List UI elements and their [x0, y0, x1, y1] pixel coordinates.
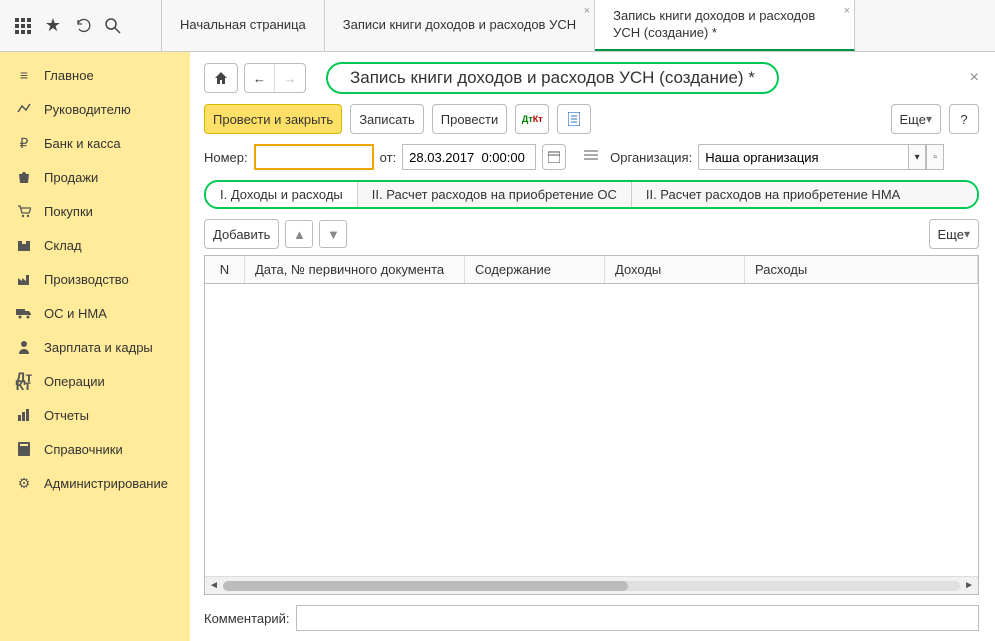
sidebar-item-main[interactable]: ≡Главное	[0, 58, 190, 92]
number-input[interactable]	[254, 144, 374, 170]
close-icon[interactable]: ×	[584, 4, 590, 18]
move-down-button[interactable]: ▼	[319, 220, 347, 248]
date-input[interactable]	[402, 144, 536, 170]
history-icon[interactable]	[68, 11, 98, 41]
post-button[interactable]: Провести	[432, 104, 508, 134]
more-button[interactable]: Еще ▾	[891, 104, 941, 134]
col-doc[interactable]: Дата, № первичного документа	[245, 256, 465, 283]
nav-back-forward: ← →	[244, 63, 306, 93]
close-page-button[interactable]: ×	[970, 69, 979, 87]
page-title: Запись книги доходов и расходов УСН (соз…	[326, 62, 779, 94]
post-and-close-button[interactable]: Провести и закрыть	[204, 104, 342, 134]
book-icon	[14, 439, 34, 459]
sidebar-item-sales[interactable]: Продажи	[0, 160, 190, 194]
scroll-left-icon[interactable]: ◄	[209, 580, 219, 591]
dtkt-icon: ДтКт	[14, 371, 34, 391]
move-up-button[interactable]: ▲	[285, 220, 313, 248]
col-content[interactable]: Содержание	[465, 256, 605, 283]
sidebar-item-assets[interactable]: ОС и НМА	[0, 296, 190, 330]
col-n[interactable]: N	[205, 256, 245, 283]
comment-input[interactable]	[296, 605, 980, 631]
comment-label: Комментарий:	[204, 611, 290, 626]
ruble-icon: ₽	[14, 133, 34, 153]
top-bar: ★ Начальная страница Записи книги доходо…	[0, 0, 995, 52]
table-toolbar: Добавить ▲ ▼ Еще ▾	[204, 219, 979, 249]
gear-icon: ⚙	[14, 473, 34, 493]
attach-button[interactable]	[557, 104, 591, 134]
sidebar-item-warehouse[interactable]: Склад	[0, 228, 190, 262]
calendar-button[interactable]	[542, 144, 566, 170]
table-more-button[interactable]: Еще ▾	[929, 219, 979, 249]
save-button[interactable]: Записать	[350, 104, 424, 134]
subtab-nma[interactable]: II. Расчет расходов на приобретение НМА	[632, 182, 977, 207]
factory-icon	[14, 269, 34, 289]
apps-icon[interactable]	[8, 11, 38, 41]
close-icon[interactable]: ×	[844, 4, 850, 18]
table-body[interactable]	[205, 284, 978, 576]
sidebar-item-admin[interactable]: ⚙Администрирование	[0, 466, 190, 500]
col-income[interactable]: Доходы	[605, 256, 745, 283]
home-button[interactable]	[204, 63, 238, 93]
forward-button[interactable]: →	[275, 64, 305, 92]
org-dropdown-button[interactable]: ▾	[908, 144, 926, 170]
col-expense[interactable]: Расходы	[745, 256, 978, 283]
sidebar: ≡Главное Руководителю ₽Банк и касса Прод…	[0, 52, 190, 641]
person-icon	[14, 337, 34, 357]
bag-icon	[14, 167, 34, 187]
table-header: N Дата, № первичного документа Содержани…	[205, 256, 978, 284]
sidebar-item-purchases[interactable]: Покупки	[0, 194, 190, 228]
tab-create[interactable]: Запись книги доходов и расходов УСН (соз…	[595, 0, 855, 51]
tab-list[interactable]: Записи книги доходов и расходов УСН×	[325, 0, 595, 51]
scroll-right-icon[interactable]: ►	[964, 580, 974, 591]
search-icon[interactable]	[98, 11, 128, 41]
table: N Дата, № первичного документа Содержани…	[204, 255, 979, 595]
org-combo: ▾ ▫	[698, 144, 944, 170]
top-icon-tray: ★	[0, 0, 162, 51]
action-toolbar: Провести и закрыть Записать Провести ДтК…	[204, 104, 979, 134]
add-row-button[interactable]: Добавить	[204, 219, 279, 249]
sidebar-item-production[interactable]: Производство	[0, 262, 190, 296]
number-label: Номер:	[204, 150, 248, 165]
truck-icon	[14, 303, 34, 323]
subtab-os[interactable]: II. Расчет расходов на приобретение ОС	[358, 182, 632, 207]
org-open-button[interactable]: ▫	[926, 144, 944, 170]
back-button[interactable]: ←	[245, 64, 275, 92]
sidebar-item-operations[interactable]: ДтКтОперации	[0, 364, 190, 398]
org-input[interactable]	[698, 144, 908, 170]
dtkt-button[interactable]: ДтКт	[515, 104, 549, 134]
subtab-income-expense[interactable]: I. Доходы и расходы	[206, 182, 358, 207]
star-icon[interactable]: ★	[38, 11, 68, 41]
sidebar-item-reference[interactable]: Справочники	[0, 432, 190, 466]
h-scrollbar[interactable]: ◄ ►	[205, 576, 978, 594]
subtab-strip: I. Доходы и расходы II. Расчет расходов …	[204, 180, 979, 209]
from-label: от:	[380, 150, 397, 165]
menu-icon: ≡	[14, 65, 34, 85]
box-icon	[14, 235, 34, 255]
main-content: ← → Запись книги доходов и расходов УСН …	[190, 52, 995, 641]
bars-icon	[14, 405, 34, 425]
tab-home[interactable]: Начальная страница	[162, 0, 325, 51]
help-button[interactable]: ?	[949, 104, 979, 134]
org-label: Организация:	[610, 150, 692, 165]
sidebar-item-hr[interactable]: Зарплата и кадры	[0, 330, 190, 364]
sidebar-item-reports[interactable]: Отчеты	[0, 398, 190, 432]
header-fields: Номер: от: Организация: ▾ ▫	[204, 144, 979, 170]
tab-strip: Начальная страница Записи книги доходов …	[162, 0, 995, 51]
sidebar-item-bank[interactable]: ₽Банк и касса	[0, 126, 190, 160]
comment-row: Комментарий:	[204, 605, 979, 631]
cart-icon	[14, 201, 34, 221]
sidebar-item-manager[interactable]: Руководителю	[0, 92, 190, 126]
chart-icon	[14, 99, 34, 119]
list-icon[interactable]	[584, 150, 598, 165]
